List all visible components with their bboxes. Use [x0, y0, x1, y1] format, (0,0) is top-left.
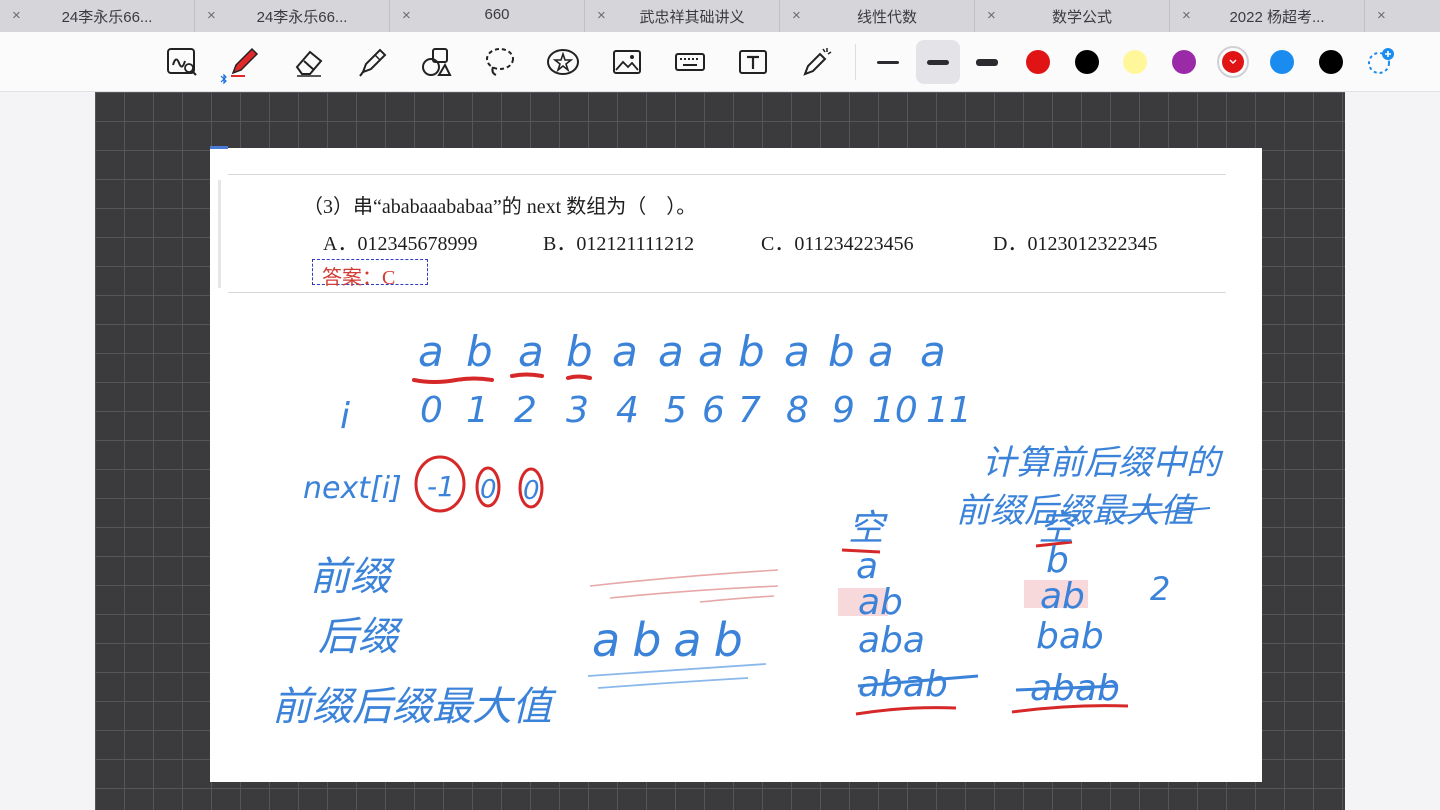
eraser-icon[interactable]: [287, 40, 331, 84]
color-black-swatch-2[interactable]: [1319, 50, 1343, 74]
tab-title: 24李永乐66...: [61, 9, 153, 26]
tab-4[interactable]: × 武忠祥其础讲义: [585, 0, 780, 32]
zoom-pen-icon[interactable]: [160, 40, 204, 84]
toolbar: [0, 32, 1440, 92]
tab-1[interactable]: × 24李永乐66...: [0, 0, 195, 32]
option-b: B．012121111212: [543, 233, 695, 255]
tab-close-icon[interactable]: ×: [207, 7, 221, 25]
chevron-down-icon: [1229, 59, 1237, 64]
tab-title: 数学公式: [1051, 9, 1112, 26]
tab-close-icon[interactable]: ×: [792, 7, 806, 25]
sticker-icon[interactable]: [541, 40, 585, 84]
divider: [228, 292, 1226, 293]
option-c: C．011234223456: [761, 233, 914, 255]
add-color-icon[interactable]: [1358, 40, 1402, 84]
image-icon[interactable]: [605, 40, 649, 84]
keyboard-icon[interactable]: [668, 40, 712, 84]
color-blue-swatch[interactable]: [1270, 50, 1294, 74]
pen-icon[interactable]: [222, 40, 266, 84]
tab-3[interactable]: × 660: [390, 0, 585, 32]
tab-title: 660: [484, 6, 510, 23]
option-a: A．012345678999: [323, 233, 478, 255]
tab-close-icon[interactable]: ×: [597, 7, 611, 25]
tab-close-icon[interactable]: ×: [402, 7, 416, 25]
tab-bar: × 24李永乐66... × 24李永乐66... × 660 × 武忠祥其础讲…: [0, 0, 1440, 32]
toolbar-divider: [855, 44, 856, 80]
tab-title: 2022 杨超考...: [1229, 9, 1325, 26]
tab-title: 线性代数: [856, 9, 917, 26]
shapes-icon[interactable]: [414, 40, 458, 84]
stroke-thick-button[interactable]: [965, 40, 1009, 84]
stroke-thin-button[interactable]: [866, 40, 910, 84]
color-purple-swatch[interactable]: [1172, 50, 1196, 74]
option-d: D．0123012322345: [993, 233, 1158, 255]
tab-title: 24李永乐66...: [256, 9, 348, 26]
tab-8[interactable]: ×: [1365, 0, 1435, 32]
answer-text: 答案：C: [322, 267, 396, 289]
tab-close-icon[interactable]: ×: [1377, 7, 1391, 25]
stroke-medium-button[interactable]: [916, 40, 960, 84]
tab-title: 武忠祥其础讲义: [639, 9, 745, 26]
lasso-icon[interactable]: [478, 40, 522, 84]
tab-close-icon[interactable]: ×: [1182, 7, 1196, 25]
question-text: （3）串“ababaaababaa”的 next 数组为（ ）。: [303, 196, 697, 218]
divider: [228, 174, 1226, 175]
text-icon[interactable]: [731, 40, 775, 84]
color-red-selected-swatch[interactable]: [1217, 46, 1249, 78]
tab-close-icon[interactable]: ×: [12, 7, 26, 25]
laser-pointer-icon[interactable]: [795, 40, 839, 84]
tab-6[interactable]: × 数学公式: [975, 0, 1170, 32]
color-yellow-swatch[interactable]: [1123, 50, 1147, 74]
tab-7[interactable]: × 2022 杨超考...: [1170, 0, 1365, 32]
tab-close-icon[interactable]: ×: [987, 7, 1001, 25]
quote-bar: [218, 180, 221, 288]
tab-5[interactable]: × 线性代数: [780, 0, 975, 32]
color-red-swatch[interactable]: [1026, 50, 1050, 74]
color-black-swatch[interactable]: [1075, 50, 1099, 74]
page-corner-marker: [210, 146, 228, 149]
tab-2[interactable]: × 24李永乐66...: [195, 0, 390, 32]
highlighter-icon[interactable]: [351, 40, 395, 84]
